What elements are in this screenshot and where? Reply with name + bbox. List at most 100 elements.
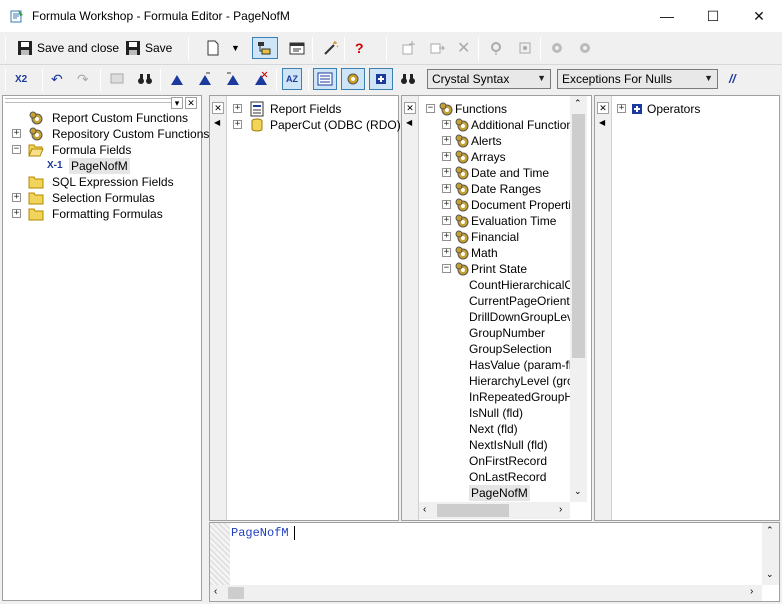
custom-function-button[interactable] bbox=[546, 37, 568, 59]
expand-icon[interactable]: + bbox=[12, 209, 21, 218]
scroll-right-icon[interactable]: › bbox=[750, 586, 753, 597]
toggle-tree-button[interactable] bbox=[252, 37, 278, 59]
nulls-select[interactable]: Exceptions For Nulls ▼ bbox=[557, 69, 718, 89]
toggle-properties-button[interactable] bbox=[397, 68, 419, 90]
maximize-icon: ☐ bbox=[706, 7, 720, 24]
tree-item-label: GroupNumber bbox=[469, 326, 546, 340]
toolbar-main: Save and close Save ▼ ? ✕ bbox=[0, 32, 782, 64]
formula-text[interactable]: PageNofM bbox=[231, 526, 289, 540]
repository-button[interactable] bbox=[514, 37, 536, 59]
expand-icon[interactable]: + bbox=[442, 216, 451, 225]
fields-tree-icon bbox=[317, 72, 333, 86]
scroll-thumb[interactable] bbox=[228, 587, 244, 599]
expand-icon[interactable]: + bbox=[442, 136, 451, 145]
minimize-button[interactable]: — bbox=[644, 0, 690, 32]
close-button[interactable]: ✕ bbox=[736, 0, 782, 32]
add-repository-button[interactable] bbox=[486, 37, 508, 59]
save-button[interactable]: Save bbox=[122, 37, 175, 59]
pane-close-button[interactable]: ✕ bbox=[185, 97, 197, 109]
maximize-button[interactable]: ☐ bbox=[690, 0, 736, 32]
horizontal-scrollbar[interactable]: ‹ › bbox=[419, 502, 570, 519]
tree-item-label: Next (fld) bbox=[469, 422, 518, 436]
scroll-right-icon[interactable]: › bbox=[559, 504, 562, 515]
expand-icon[interactable]: + bbox=[442, 152, 451, 161]
expand-icon[interactable]: + bbox=[442, 200, 451, 209]
gear-icon bbox=[552, 43, 562, 53]
pane-close-button[interactable]: ✕ bbox=[597, 102, 609, 114]
pane-gripper[interactable] bbox=[5, 98, 181, 103]
vertical-scrollbar[interactable]: ⌃ ⌄ bbox=[762, 523, 779, 585]
find-button[interactable] bbox=[134, 68, 156, 90]
functions-tree-pane: ✕ ◀ − Functions + Additional Functions + Aler… bbox=[401, 95, 592, 521]
expert-button[interactable] bbox=[320, 37, 342, 59]
redo-button[interactable]: ↷ bbox=[74, 68, 92, 90]
save-label: Save bbox=[145, 41, 173, 55]
browse-data-button[interactable] bbox=[106, 68, 128, 90]
custom-function-expert-button[interactable] bbox=[574, 37, 596, 59]
scroll-left-icon[interactable]: ◀ bbox=[406, 118, 412, 127]
collapse-icon[interactable]: − bbox=[426, 104, 435, 113]
expand-icon[interactable]: + bbox=[12, 193, 21, 202]
new-item-button[interactable] bbox=[398, 37, 420, 59]
delete-button[interactable]: ✕ bbox=[454, 37, 473, 59]
toggle-operators-tree-button[interactable] bbox=[369, 68, 393, 90]
scroll-down-icon[interactable]: ⌄ bbox=[574, 486, 582, 497]
help-button[interactable]: ? bbox=[352, 37, 367, 59]
pane-dropdown-button[interactable]: ▾ bbox=[171, 97, 183, 109]
expand-icon[interactable]: + bbox=[233, 104, 242, 113]
scroll-up-icon[interactable]: ⌃ bbox=[574, 98, 582, 109]
expand-icon[interactable]: + bbox=[442, 184, 451, 193]
pane-side-bar bbox=[210, 96, 227, 520]
pane-close-button[interactable]: ✕ bbox=[404, 102, 416, 114]
next-bookmark-button[interactable] bbox=[194, 68, 216, 90]
new-button[interactable]: ▼ bbox=[202, 37, 243, 59]
expand-icon[interactable]: + bbox=[617, 104, 626, 113]
expand-icon[interactable]: + bbox=[442, 232, 451, 241]
tree-item-label: Report Custom Functions bbox=[52, 111, 189, 125]
scroll-left-icon[interactable]: ‹ bbox=[423, 504, 426, 515]
database-icon bbox=[251, 118, 263, 132]
vertical-scrollbar[interactable]: ⌃ ⌄ bbox=[570, 96, 587, 502]
expand-icon[interactable]: + bbox=[12, 129, 21, 138]
toggle-functions-tree-button[interactable] bbox=[341, 68, 365, 90]
tree-item-label: Date Ranges bbox=[471, 182, 542, 196]
scroll-left-icon[interactable]: ‹ bbox=[214, 586, 217, 597]
clear-bookmarks-button[interactable] bbox=[250, 68, 272, 90]
tree-item-label: InRepeatedGroupHe bbox=[469, 390, 580, 404]
scroll-thumb[interactable] bbox=[572, 114, 585, 358]
chevron-down-icon: ▼ bbox=[537, 73, 546, 83]
sort-trees-button[interactable]: AZ bbox=[282, 68, 302, 90]
scroll-up-icon[interactable]: ⌃ bbox=[766, 525, 774, 536]
expand-icon[interactable]: + bbox=[233, 120, 242, 129]
collapse-icon[interactable]: − bbox=[442, 264, 451, 273]
properties-button[interactable] bbox=[286, 37, 308, 59]
functions-tree-icon bbox=[347, 73, 359, 85]
tree-item-label: SQL Expression Fields bbox=[52, 175, 174, 189]
tree-item-label: CountHierarchicalChi bbox=[469, 278, 583, 292]
close-icon: ✕ bbox=[753, 7, 765, 24]
horizontal-scrollbar[interactable]: ‹ › bbox=[210, 585, 762, 601]
scroll-down-icon[interactable]: ⌄ bbox=[766, 569, 774, 580]
check-formula-button[interactable]: X2 bbox=[12, 68, 30, 90]
toggle-bookmark-button[interactable] bbox=[166, 68, 188, 90]
pane-close-button[interactable]: ✕ bbox=[212, 102, 224, 114]
expand-icon[interactable]: + bbox=[442, 248, 451, 257]
collapse-icon[interactable]: − bbox=[12, 145, 21, 154]
scroll-thumb[interactable] bbox=[437, 504, 509, 517]
tree-item-label: PageNofM bbox=[69, 158, 130, 174]
save-and-close-button[interactable]: Save and close bbox=[14, 37, 122, 59]
previous-bookmark-button[interactable] bbox=[222, 68, 244, 90]
scroll-left-icon[interactable]: ◀ bbox=[214, 118, 220, 127]
close-icon: ✕ bbox=[406, 103, 414, 113]
undo-button[interactable]: ↶ bbox=[48, 68, 66, 90]
bookmark-icon bbox=[171, 75, 183, 85]
toggle-fields-tree-button[interactable] bbox=[313, 68, 337, 90]
formula-editor[interactable]: PageNofM ⌃ ⌄ ‹ › bbox=[209, 522, 780, 602]
expand-icon[interactable]: + bbox=[442, 168, 451, 177]
rename-button[interactable] bbox=[426, 37, 448, 59]
comment-button[interactable]: // bbox=[726, 68, 739, 90]
syntax-select[interactable]: Crystal Syntax ▼ bbox=[427, 69, 551, 89]
tree-item-label: Functions bbox=[455, 102, 508, 116]
scroll-left-icon[interactable]: ◀ bbox=[599, 118, 605, 127]
expand-icon[interactable]: + bbox=[442, 120, 451, 129]
